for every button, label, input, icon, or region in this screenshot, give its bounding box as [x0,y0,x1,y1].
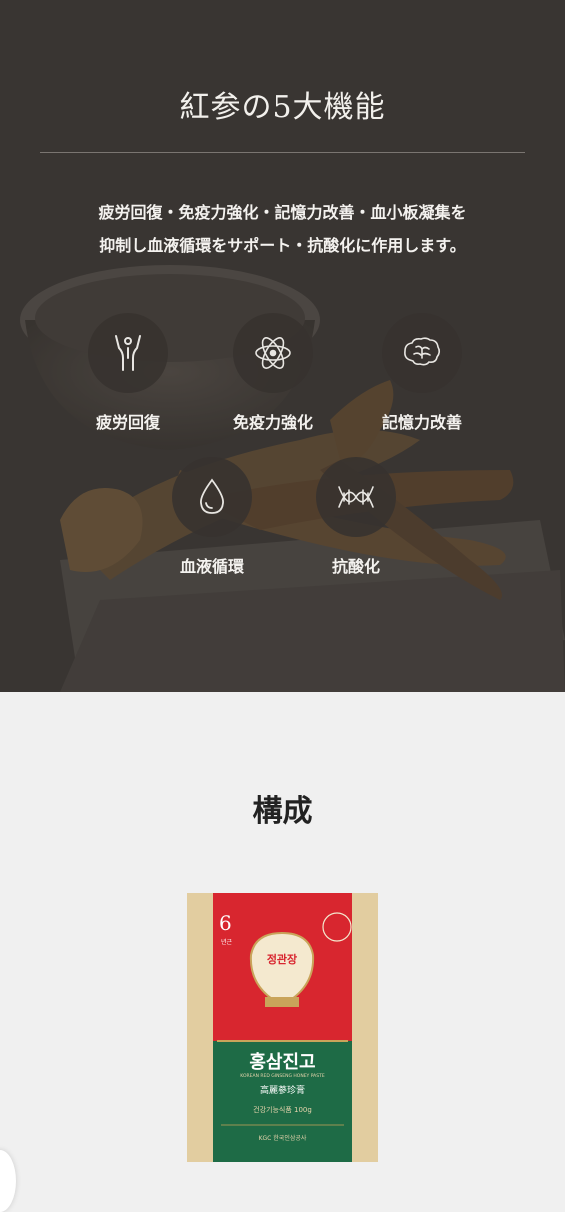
feature-antioxidant: 抗酸化 [286,457,426,577]
feature-blood-circulation: 血液循環 [142,457,282,577]
brain-icon [382,313,462,393]
feature-label: 血液循環 [179,557,244,576]
composition-title: 構成 [252,794,313,829]
feature-label: 疲労回復 [95,413,160,432]
atom-icon [233,313,313,393]
brand-name: 정관장 [266,953,298,966]
feature-immunity: 免疫力強化 [203,313,343,433]
product-english: KOREAN RED GINSENG HONEY PASTE [240,1074,325,1079]
feature-memory: 記憶力改善 [352,313,492,433]
feature-label: 記憶力改善 [381,413,462,432]
years-label: 년근 [221,939,233,946]
feature-label: 抗酸化 [331,557,380,576]
hero-section: 紅参の5大機能 疲労回復・免疫力強化・記憶力改善・血小板凝集を 抑制し血液循環を… [0,0,565,692]
person-arms-up-icon [88,313,168,393]
product-package-image: 6 년근 정관장 홍삼진고 KOREAN RED GINSENG HONEY P… [187,893,378,1162]
description-line-1: 疲労回復・免疫力強化・記憶力改善・血小板凝集を [98,203,467,222]
product-name: 홍삼진고 [249,1052,316,1073]
drop-icon [172,457,252,537]
description-line-2: 抑制し血液循環をサポート・抗酸化に作用します。 [99,236,466,255]
hero-title: 紅参の5大機能 [179,90,386,125]
feature-label: 免疫力強化 [232,413,313,432]
feature-fatigue-recovery: 疲労回復 [58,313,198,433]
title-divider [40,152,525,153]
hero-description: 疲労回復・免疫力強化・記憶力改善・血小板凝集を 抑制し血液循環をサポート・抗酸化… [0,196,565,262]
product-hanja: 高麗蔘珍膏 [259,1086,305,1096]
product-weight: 건강기능식품 100g [253,1106,312,1114]
maker-name: KGC 한국인삼공사 [258,1135,307,1142]
dna-icon [316,457,396,537]
years-number: 6 [219,911,232,935]
